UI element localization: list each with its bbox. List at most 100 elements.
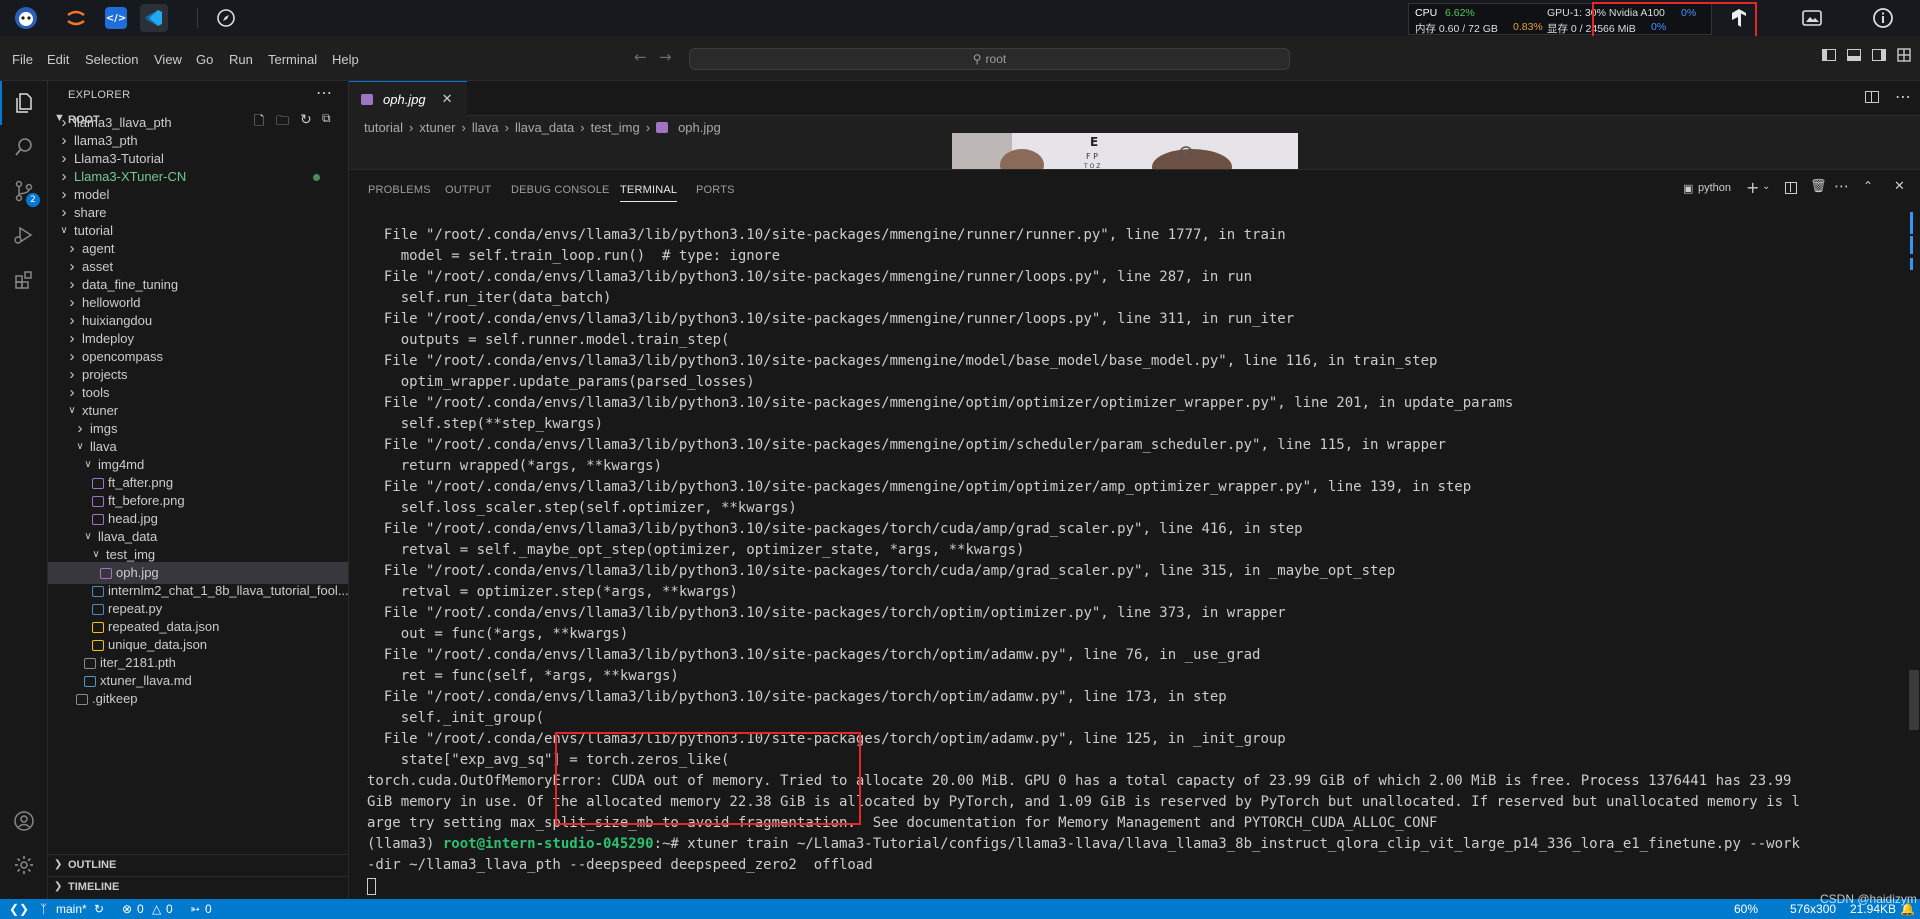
sync-icon[interactable]: ↻: [94, 902, 104, 916]
git-branch[interactable]: main*: [56, 902, 87, 916]
run-debug-icon[interactable]: [0, 213, 48, 257]
ports-count[interactable]: 0: [205, 902, 212, 916]
scm-badge: 2: [26, 193, 40, 207]
tab-label: oph.jpg: [383, 91, 426, 107]
explorer-icon[interactable]: [0, 81, 48, 125]
terminal-line: File "/root/.conda/envs/llama3/lib/pytho…: [367, 395, 1514, 411]
chevron-right-icon: ❯: [54, 859, 63, 870]
editor-more-actions-icon[interactable]: ⋯: [1895, 87, 1911, 106]
timeline-section[interactable]: ❯ TIMELINE: [48, 876, 348, 898]
toggle-panel-icon[interactable]: [1847, 49, 1861, 61]
terminal-line: File "/root/.conda/envs/llama3/lib/pytho…: [367, 269, 1253, 285]
maximize-panel-icon[interactable]: ⌃: [1863, 179, 1873, 193]
command-center-search[interactable]: ⚲ root: [689, 48, 1290, 70]
gpu-value: 0%: [1681, 7, 1697, 19]
code-server-icon[interactable]: </>: [105, 7, 127, 29]
prompt-command: :~# xtuner train ~/Llama3-Tutorial/confi…: [653, 836, 1800, 852]
image-file-icon: [100, 568, 112, 579]
terminal-scrollbar[interactable]: [1909, 670, 1919, 730]
breadcrumb-item[interactable]: xtuner: [419, 120, 455, 135]
app-logo-icon[interactable]: [12, 4, 40, 32]
terminal-line: optim_wrapper.update_params(parsed_losse…: [367, 374, 755, 390]
terminal-line: File "/root/.conda/envs/llama3/lib/pytho…: [367, 353, 1438, 369]
json-file-icon: [92, 640, 104, 651]
image-preview: E F P T O Z: [952, 133, 1298, 169]
jupyter-icon[interactable]: [62, 4, 90, 32]
breadcrumb-item[interactable]: oph.jpg: [678, 120, 721, 135]
info-icon[interactable]: [1869, 4, 1897, 32]
source-control-icon[interactable]: 2: [0, 169, 48, 213]
tree-item[interactable]: .gitkeep: [48, 688, 348, 710]
split-editor-icon[interactable]: [1865, 91, 1879, 103]
tab-terminal[interactable]: TERMINAL: [620, 184, 678, 202]
error-count[interactable]: 0: [137, 902, 144, 916]
outline-label: OUTLINE: [68, 859, 117, 871]
close-panel-icon[interactable]: ✕: [1894, 179, 1905, 194]
tab-output[interactable]: OUTPUT: [445, 184, 491, 196]
more-actions-icon[interactable]: ⋯: [316, 83, 332, 103]
terminal-line: File "/root/.conda/envs/llama3/lib/pytho…: [367, 479, 1472, 495]
panel-more-icon[interactable]: ⋯: [1834, 177, 1849, 195]
warning-count[interactable]: 0: [166, 902, 173, 916]
breadcrumb-item[interactable]: llava_data: [515, 120, 574, 135]
menu-help[interactable]: Help: [332, 52, 359, 67]
split-terminal-icon[interactable]: [1785, 182, 1797, 194]
file-file-icon: [76, 694, 88, 705]
memory-value: 0.83%: [1513, 21, 1543, 33]
breadcrumb-item[interactable]: tutorial: [364, 120, 403, 135]
terminal-line: retval = optimizer.step(*args, **kwargs): [367, 584, 738, 600]
settings-gear-icon[interactable]: [0, 843, 48, 887]
compass-icon[interactable]: [212, 4, 240, 32]
vscode-icon[interactable]: [140, 4, 168, 32]
zoom-level[interactable]: 60%: [1734, 902, 1758, 916]
menu-view[interactable]: View: [154, 52, 182, 67]
breadcrumb-item[interactable]: test_img: [591, 120, 640, 135]
chevron-down-icon[interactable]: ⌄: [1762, 181, 1770, 192]
terminal-line: retval = self._maybe_opt_step(optimizer,…: [367, 542, 1025, 558]
search-view-icon[interactable]: [0, 125, 48, 169]
activity-bar: 2: [0, 81, 48, 899]
customize-layout-icon[interactable]: [1897, 48, 1911, 62]
chevron-right-icon: ›: [461, 119, 466, 135]
menu-terminal[interactable]: Terminal: [268, 52, 317, 67]
terminal-line: model = self.train_loop.run() # type: ig…: [367, 248, 781, 264]
tab-ports[interactable]: PORTS: [696, 184, 735, 196]
outline-section[interactable]: ❯ OUTLINE: [48, 854, 348, 876]
tab-problems[interactable]: PROBLEMS: [368, 184, 431, 196]
terminal-line: File "/root/.conda/envs/llama3/lib/pytho…: [367, 311, 1295, 327]
terminal-output[interactable]: File "/root/.conda/envs/llama3/lib/pytho…: [367, 225, 1907, 895]
accounts-icon[interactable]: [0, 799, 48, 843]
terminal-line: outputs = self.runner.model.train_step(: [367, 332, 730, 348]
tab-debug-console[interactable]: DEBUG CONSOLE: [511, 184, 610, 196]
trash-icon[interactable]: 🗑: [1810, 179, 1827, 194]
image-viewer-icon[interactable]: [1798, 4, 1826, 32]
terminal-line: torch.cuda.OutOfMemoryError: CUDA out of…: [367, 773, 1792, 789]
python-file-icon: [92, 586, 104, 597]
remote-icon[interactable]: ❮❯: [9, 902, 29, 916]
image-file-icon: [656, 121, 669, 133]
toggle-sidebar-icon[interactable]: [1822, 49, 1836, 61]
tab-oph-jpg[interactable]: oph.jpg ✕: [349, 81, 467, 116]
shell-name[interactable]: python: [1698, 182, 1731, 194]
menu-run[interactable]: Run: [229, 52, 253, 67]
back-arrow-icon[interactable]: ←: [634, 48, 647, 66]
terminal-line: self.loss_scaler.step(self.optimizer, **…: [367, 500, 797, 516]
svg-text:E: E: [1090, 135, 1098, 149]
new-terminal-icon[interactable]: +: [1746, 178, 1759, 197]
forward-arrow-icon[interactable]: →: [659, 48, 672, 66]
menu-go[interactable]: Go: [196, 52, 213, 67]
menu-edit[interactable]: Edit: [47, 52, 69, 67]
editor-tab-bar: oph.jpg ✕ ⋯: [349, 81, 1920, 116]
warning-icon: △: [152, 902, 162, 916]
terminal-line: self._init_group(: [367, 710, 545, 726]
menu-selection[interactable]: Selection: [85, 52, 138, 67]
image-file-icon: [92, 514, 104, 525]
close-icon[interactable]: ✕: [442, 91, 453, 107]
breadcrumb-item[interactable]: llava: [472, 120, 499, 135]
extensions-icon[interactable]: [0, 257, 48, 301]
terminal-line: File "/root/.conda/envs/llama3/lib/pytho…: [367, 731, 1286, 747]
tensorflow-icon[interactable]: [1725, 4, 1753, 32]
markdown-file-icon: [84, 676, 96, 687]
menu-file[interactable]: File: [12, 52, 33, 67]
toggle-secondary-sidebar-icon[interactable]: [1872, 49, 1886, 61]
